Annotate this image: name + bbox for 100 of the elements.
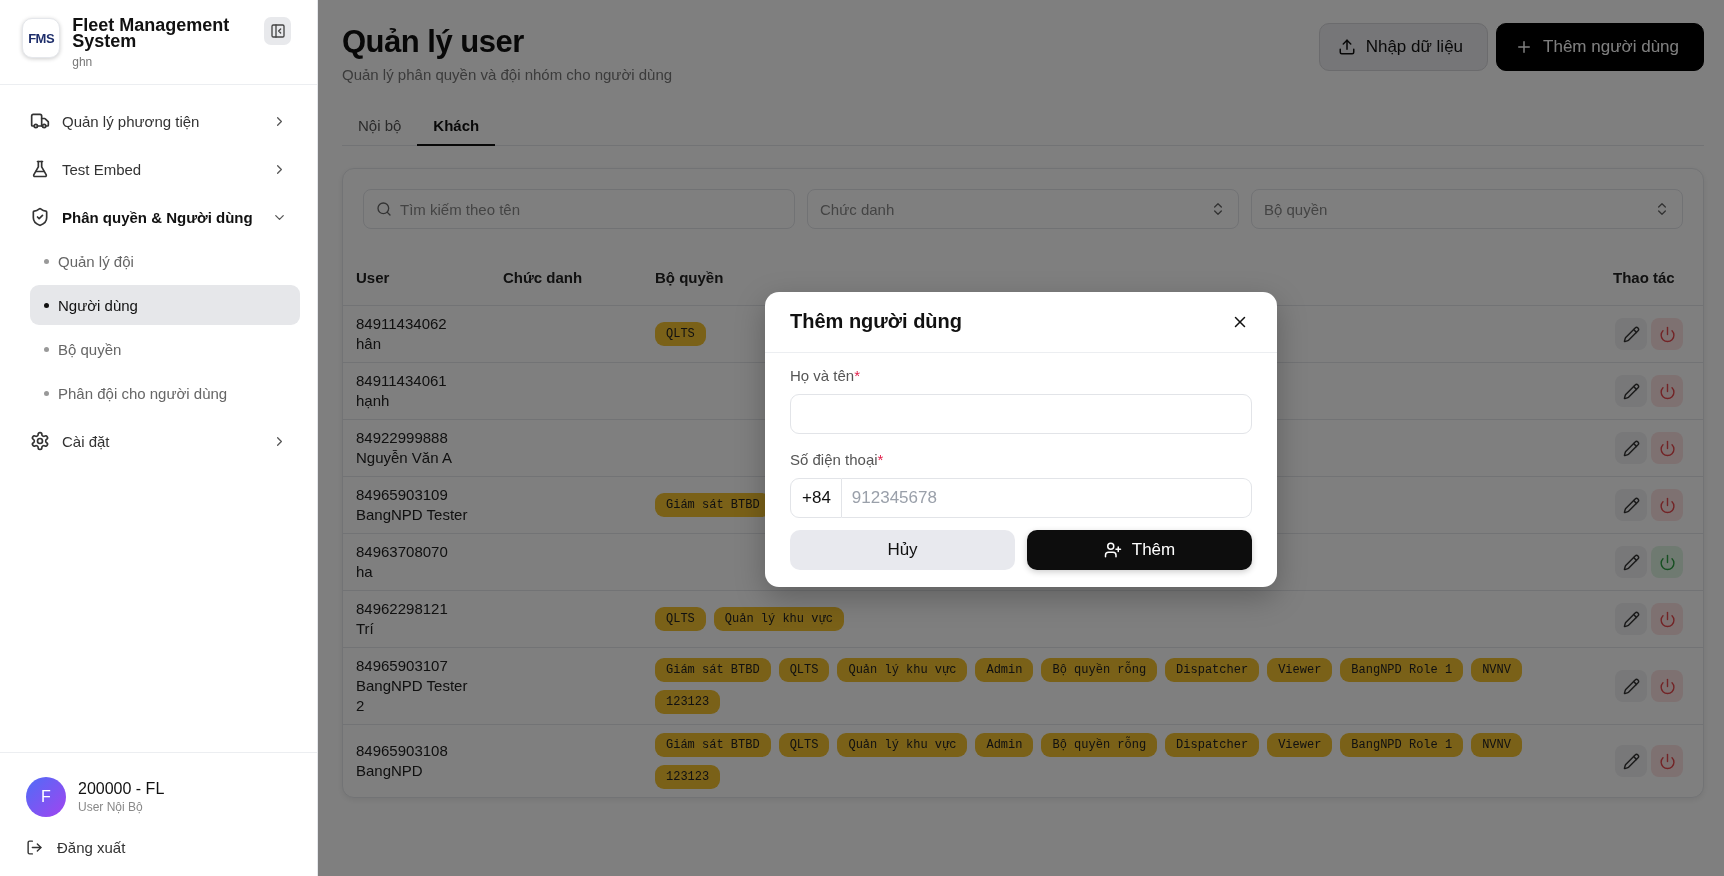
dialog-title: Thêm người dùng <box>790 310 962 333</box>
power-icon <box>1658 496 1676 514</box>
power-icon <box>1658 325 1676 343</box>
org-name: ghn <box>72 55 94 69</box>
role-tag: NVNV <box>1471 658 1522 682</box>
nav-item[interactable]: Test Embed <box>0 145 317 193</box>
edit-button[interactable] <box>1615 603 1647 635</box>
role-tag: Bộ quyền rỗng <box>1041 658 1158 682</box>
user-name: BangNPD Tester 2 <box>356 676 469 716</box>
logo: FMS <box>22 18 61 58</box>
power-button[interactable] <box>1651 546 1683 578</box>
pencil-icon <box>1622 496 1640 514</box>
user-phone: 84911434062 <box>356 314 448 334</box>
power-button[interactable] <box>1651 489 1683 521</box>
power-icon <box>1658 553 1676 571</box>
pencil-icon <box>1622 752 1640 770</box>
role-tag: 123123 <box>655 690 721 714</box>
power-button[interactable] <box>1651 318 1683 350</box>
import-button[interactable]: Nhập dữ liệu <box>1318 23 1489 71</box>
shield-icon <box>30 207 50 227</box>
nav-item[interactable]: Quản lý phương tiện <box>0 97 317 145</box>
collapse-sidebar-button[interactable] <box>264 17 291 45</box>
user-phone: 84965903107 <box>356 656 449 676</box>
add-button[interactable]: Thêm <box>1027 529 1252 570</box>
role-tag: Viewer <box>1267 733 1333 757</box>
pencil-icon <box>1622 382 1640 400</box>
phone-field[interactable]: 912345678 <box>841 477 1252 518</box>
cancel-button[interactable]: Hủy <box>790 529 1015 570</box>
power-icon <box>1658 677 1676 695</box>
power-button[interactable] <box>1651 745 1683 777</box>
role-tag: QLTS <box>655 607 706 631</box>
column-header: Chức danh <box>503 268 584 286</box>
user-name: Trí <box>356 619 375 639</box>
sub-nav-item[interactable]: Bộ quyền <box>30 329 300 369</box>
edit-button[interactable] <box>1615 375 1647 407</box>
add-user-button[interactable]: Thêm người dùng <box>1496 23 1704 71</box>
nav-item[interactable]: Cài đặt <box>0 417 317 465</box>
edit-button[interactable] <box>1615 546 1647 578</box>
upload-icon <box>1337 38 1356 56</box>
role-tag: Quản lý khu vực <box>713 607 844 631</box>
user-phone: 84963708070 <box>356 542 449 562</box>
pencil-icon <box>1622 325 1640 343</box>
role-tag: BangNPD Role 1 <box>1340 658 1464 682</box>
edit-button[interactable] <box>1615 489 1647 521</box>
user-plus-icon <box>1103 540 1122 559</box>
app-name: Fleet Management System <box>72 17 231 49</box>
sub-nav-item[interactable]: Quản lý đội <box>30 241 300 281</box>
role-tag: Bộ quyền rỗng <box>1041 733 1158 757</box>
edit-button[interactable] <box>1615 670 1647 702</box>
edit-button[interactable] <box>1615 432 1647 464</box>
sub-nav-item[interactable]: Người dùng <box>30 285 300 325</box>
role-tag: QLTS <box>778 658 830 682</box>
pencil-icon <box>1622 553 1640 571</box>
sub-nav-item[interactable]: Phân đội cho người dùng <box>30 373 300 413</box>
column-header: User <box>356 268 391 286</box>
user-name: ha <box>356 562 374 582</box>
power-icon <box>1658 382 1676 400</box>
power-button[interactable] <box>1651 670 1683 702</box>
pencil-icon <box>1622 610 1640 628</box>
logout-link[interactable]: Đăng xuất <box>26 839 126 856</box>
role-tag: Quản lý khu vực <box>837 658 968 682</box>
user-name: hạnh <box>356 391 391 411</box>
user-phone: 84965903108 <box>356 741 449 761</box>
power-icon <box>1658 610 1676 628</box>
role-tag: Admin <box>975 658 1034 682</box>
user-phone: 84965903109 <box>356 485 449 505</box>
power-button[interactable] <box>1651 603 1683 635</box>
user-name: 200000 - FL <box>78 780 165 798</box>
sidebar-toggle-icon <box>269 23 286 39</box>
country-code: +84 <box>790 477 842 518</box>
role-tag: Dispatcher <box>1165 658 1260 682</box>
edit-button[interactable] <box>1615 745 1647 777</box>
name-field[interactable] <box>790 393 1252 434</box>
role-tag: QLTS <box>655 322 706 346</box>
truck-icon <box>30 111 50 131</box>
edit-button[interactable] <box>1615 318 1647 350</box>
role-tag: NVNV <box>1471 733 1522 757</box>
role-tag: Viewer <box>1267 658 1333 682</box>
role-tag: 123123 <box>655 765 721 789</box>
user-phone: 84962298121 <box>356 599 449 619</box>
column-header: Bộ quyền <box>655 268 725 286</box>
role-tag: Giám sát BTBD <box>655 733 771 757</box>
avatar: F <box>26 777 66 817</box>
user-role: User Nội Bộ <box>78 800 144 814</box>
search-icon <box>376 201 392 217</box>
user-name: BangNPD Tester <box>356 505 469 525</box>
user-phone: 84911434061 <box>356 371 448 391</box>
tab[interactable]: Nội bộ <box>342 109 418 146</box>
power-button[interactable] <box>1651 375 1683 407</box>
power-icon <box>1658 752 1676 770</box>
power-button[interactable] <box>1651 432 1683 464</box>
role-tag: Giám sát BTBD <box>655 658 771 682</box>
user-name: hân <box>356 334 383 354</box>
gear-icon <box>30 431 50 451</box>
user-phone: 84922999888 <box>356 428 449 448</box>
page-title: Quản lý user <box>342 23 525 61</box>
power-icon <box>1658 439 1676 457</box>
tab[interactable]: Khách <box>417 109 496 146</box>
search-field[interactable]: Tìm kiếm theo tên <box>363 189 795 229</box>
nav-item[interactable]: Phân quyền & Người dùng <box>0 193 317 241</box>
